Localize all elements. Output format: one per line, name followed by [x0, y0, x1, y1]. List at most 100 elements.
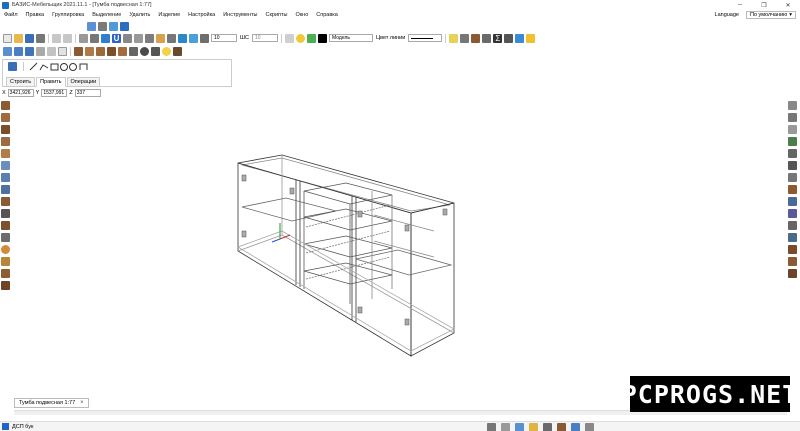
tab-edit[interactable]: Править: [36, 77, 66, 87]
ruler-icon[interactable]: [156, 33, 165, 43]
notes-icon[interactable]: [526, 33, 536, 43]
light-icon[interactable]: [162, 46, 171, 56]
zoom-field[interactable]: 10: [211, 34, 237, 42]
rail-tray-icon[interactable]: [788, 197, 797, 206]
layer-select[interactable]: Модель: [329, 34, 374, 42]
circle-tool-icon[interactable]: [60, 63, 68, 71]
z-input[interactable]: 337: [74, 89, 101, 97]
tab-operations[interactable]: Операции: [66, 77, 101, 87]
rail-facade-icon[interactable]: [1, 173, 10, 182]
rail-side-icon[interactable]: [1, 113, 10, 122]
shelf-icon[interactable]: [107, 46, 116, 56]
rail-light-icon[interactable]: [788, 233, 797, 242]
line-tool-icon[interactable]: [29, 62, 38, 71]
status-settings-icon[interactable]: [585, 423, 594, 431]
menu-settings[interactable]: Настройка: [184, 12, 219, 18]
preset-select[interactable]: По умолчанию ▾: [746, 11, 796, 19]
visibility-icon[interactable]: [307, 33, 317, 43]
grid-icon[interactable]: [98, 21, 107, 31]
rail-handle-icon[interactable]: [788, 113, 797, 122]
angle-icon[interactable]: [134, 33, 143, 43]
polyline-tool-icon[interactable]: [39, 64, 49, 71]
rail-top-icon[interactable]: [1, 149, 10, 158]
menu-group[interactable]: Группировка: [48, 12, 88, 18]
rail-bracket-icon[interactable]: [788, 173, 797, 182]
texture-icon[interactable]: [173, 46, 182, 56]
3d-viewport[interactable]: [14, 99, 787, 397]
rail-profile-icon[interactable]: [1, 209, 10, 218]
menu-select[interactable]: Выделение: [88, 12, 125, 18]
frame-tool-icon[interactable]: [79, 63, 88, 70]
material-icon[interactable]: [449, 33, 459, 43]
rail-skirting-icon[interactable]: [788, 269, 797, 278]
print-icon[interactable]: [36, 33, 45, 43]
y-input[interactable]: 1537,991: [41, 89, 68, 97]
menu-help[interactable]: Справка: [312, 12, 342, 18]
view-front-icon[interactable]: [87, 21, 96, 31]
rail-rail-icon[interactable]: [788, 161, 797, 170]
status-snap-icon[interactable]: [501, 423, 510, 431]
rail-block-icon[interactable]: [1, 281, 10, 290]
close-icon[interactable]: ×: [80, 400, 84, 406]
wood-icon[interactable]: [471, 33, 481, 43]
status-material-icon[interactable]: [557, 423, 566, 431]
rail-basket-icon[interactable]: [788, 209, 797, 218]
dimension-icon[interactable]: [123, 33, 132, 43]
panel-horizontal-icon[interactable]: [14, 46, 23, 56]
new-file-icon[interactable]: [3, 33, 12, 43]
rail-shelf-icon[interactable]: [1, 125, 10, 134]
tab-build[interactable]: Строить: [6, 77, 36, 87]
rail-cone-icon[interactable]: [1, 257, 10, 266]
status-ortho-icon[interactable]: [543, 423, 552, 431]
rail-leg-icon[interactable]: [1, 233, 10, 242]
door-icon[interactable]: [96, 46, 105, 56]
step-field[interactable]: 10: [252, 34, 279, 42]
magnet-icon[interactable]: U: [112, 33, 121, 43]
rotate-icon[interactable]: [58, 46, 67, 56]
color-swatch-icon[interactable]: [318, 33, 328, 43]
rail-plant-icon[interactable]: [788, 137, 797, 146]
panel-vertical-icon[interactable]: [3, 46, 12, 56]
line-style-select[interactable]: [408, 34, 443, 42]
menu-scripts[interactable]: Скрипты: [262, 12, 292, 18]
rail-guide-icon[interactable]: [788, 149, 797, 158]
wireframe-icon[interactable]: [200, 33, 209, 43]
status-grid-icon[interactable]: [487, 423, 496, 431]
status-view-icon[interactable]: [515, 423, 524, 431]
rail-back-icon[interactable]: [1, 137, 10, 146]
extrude-icon[interactable]: [47, 46, 56, 56]
menu-window[interactable]: Окно: [291, 12, 312, 18]
panel-front-icon[interactable]: [25, 46, 34, 56]
rail-sink-icon[interactable]: [788, 245, 797, 254]
report-icon[interactable]: [504, 33, 514, 43]
save-icon[interactable]: [25, 33, 34, 43]
sum-icon[interactable]: Σ: [493, 33, 503, 43]
close-icon[interactable]: ✕: [776, 0, 800, 10]
language-button[interactable]: Language: [712, 12, 742, 18]
clock-icon[interactable]: [140, 46, 149, 56]
zoom-icon[interactable]: [109, 21, 118, 31]
fastener-icon[interactable]: [129, 46, 138, 56]
cursor-icon[interactable]: [101, 33, 110, 43]
shade-icon[interactable]: [189, 33, 198, 43]
panel-icon[interactable]: [460, 33, 470, 43]
hardware-icon[interactable]: [482, 33, 492, 43]
menu-product[interactable]: Изделие: [154, 12, 184, 18]
redo-icon[interactable]: [63, 33, 72, 43]
contour-icon[interactable]: [36, 46, 45, 56]
status-render-icon[interactable]: [571, 423, 580, 431]
cloud-icon[interactable]: [515, 33, 525, 43]
rail-rod-icon[interactable]: [788, 221, 797, 230]
measure-icon[interactable]: [145, 33, 154, 43]
profile-icon[interactable]: [151, 46, 160, 56]
view-top-icon[interactable]: [120, 21, 129, 31]
x-input[interactable]: 3421,926: [7, 89, 34, 97]
pen-icon[interactable]: [8, 62, 17, 71]
menu-tools[interactable]: Инструменты: [219, 12, 261, 18]
menu-delete[interactable]: Удалить: [125, 12, 154, 18]
rail-hinge-icon[interactable]: [788, 101, 797, 110]
minimize-icon[interactable]: ─: [728, 0, 752, 10]
menu-file[interactable]: Файл: [0, 12, 22, 18]
rectangle-tool-icon[interactable]: [50, 63, 59, 71]
ortho-icon[interactable]: [90, 33, 99, 43]
